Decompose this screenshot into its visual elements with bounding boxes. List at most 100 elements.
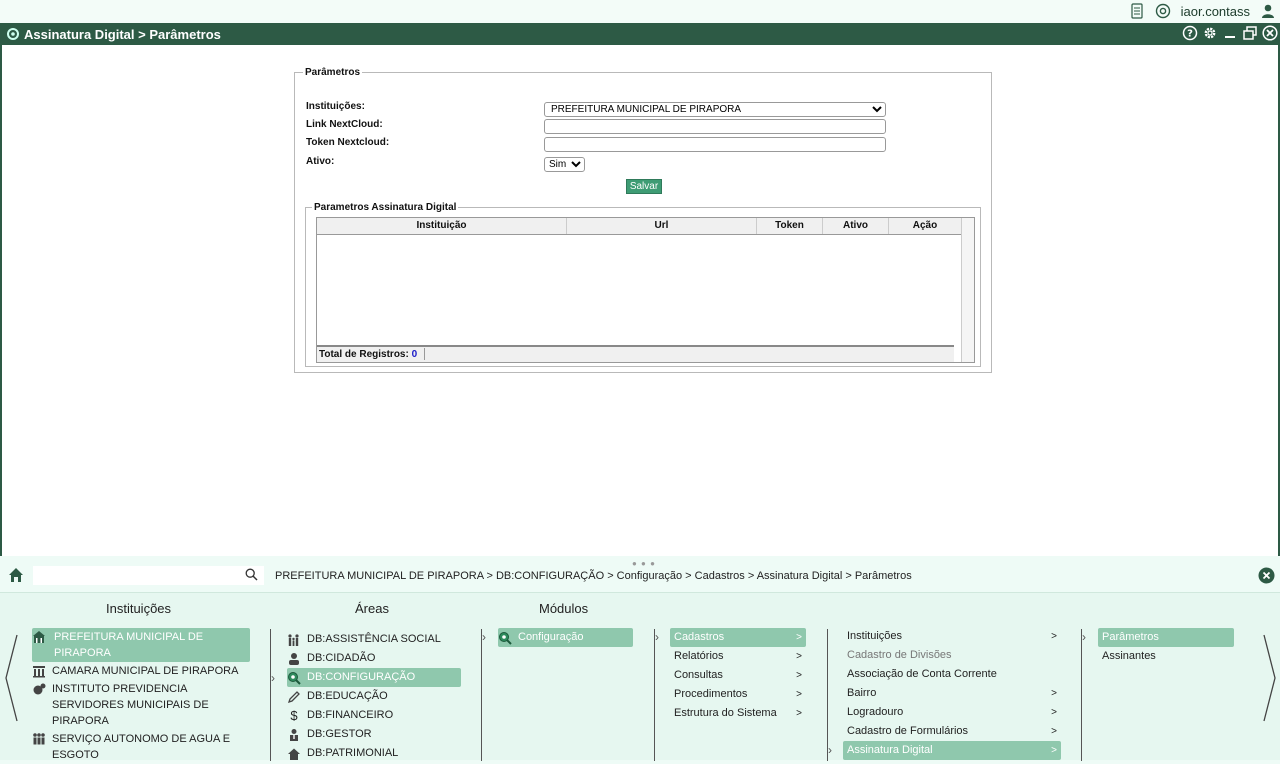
column-divider <box>481 629 482 761</box>
menu-item[interactable]: Consultas > <box>670 666 806 685</box>
list-item-area[interactable]: DB:CIDADÃO <box>287 649 461 668</box>
house-icon <box>288 748 300 760</box>
scroll-left-icon[interactable] <box>3 633 19 723</box>
building-icon <box>33 631 45 643</box>
list-item-area[interactable]: DB:CONFIGURAÇÃO <box>287 668 461 687</box>
grid-header: Instituição Url Token Ativo Ação <box>317 218 962 235</box>
menu-item[interactable]: Cadastro de Divisões <box>843 646 1061 665</box>
column-divider <box>270 629 271 761</box>
area-label: DB:ASSISTÊNCIA SOCIAL <box>307 633 441 645</box>
close-nav-icon[interactable] <box>1258 567 1275 584</box>
menu-item-label: Instituições <box>847 630 903 642</box>
gear-icon[interactable] <box>1202 25 1218 41</box>
help-icon[interactable]: ? <box>1182 25 1198 41</box>
ativo-label: Ativo: <box>306 156 335 167</box>
column-header-instituicao[interactable]: Instituição <box>317 218 567 234</box>
instituicoes-select[interactable]: PREFEITURA MUNICIPAL DE PIRAPORA <box>544 102 886 117</box>
menu-item[interactable]: Cadastro de Formulários > <box>843 722 1061 741</box>
search-icon[interactable] <box>245 568 258 581</box>
parametros-legend: Parâmetros <box>305 67 361 78</box>
nav-panel: Instituições Áreas Módulos PREFEITURA MU… <box>0 592 1280 763</box>
list-item-area[interactable]: $ DB:FINANCEIRO <box>287 706 461 725</box>
link-nextcloud-input[interactable] <box>544 119 886 134</box>
column-header-ativo[interactable]: Ativo <box>823 218 889 234</box>
menu-item[interactable]: Relatórios > <box>670 647 806 666</box>
column-header-token[interactable]: Token <box>757 218 823 234</box>
list-item-area[interactable]: DB:GESTOR <box>287 725 461 744</box>
area-label: DB:PATRIMONIAL <box>307 747 399 759</box>
user-icon[interactable] <box>1260 3 1276 19</box>
chevron-right-icon: › <box>655 630 659 644</box>
menu-item-label: Estrutura do Sistema <box>674 707 777 719</box>
user-name[interactable]: iaor.contass <box>1181 4 1250 19</box>
citizen-icon <box>289 652 299 665</box>
instituicoes-list: PREFEITURA MUNICIPAL DE PIRAPORA CAMARA … <box>32 628 250 764</box>
list-item-modulo[interactable]: Configuração <box>498 628 633 647</box>
menu-item[interactable]: Instituições > <box>843 627 1061 646</box>
chamber-icon <box>33 666 45 678</box>
manager-icon <box>290 728 298 741</box>
menu-item[interactable]: Estrutura do Sistema > <box>670 704 806 723</box>
menu-item-label: Procedimentos <box>674 688 748 700</box>
submenu-arrow-icon: > <box>796 689 802 700</box>
menu-level-1: Cadastros > Relatórios > Consultas > Proced… <box>670 628 806 723</box>
menu-item[interactable]: Associação de Conta Corrente <box>843 665 1061 684</box>
menu-item[interactable]: Assinatura Digital > <box>843 741 1061 760</box>
chevron-right-icon: › <box>1082 630 1086 644</box>
grid-footer: Total de Registros: 0 <box>317 345 954 362</box>
config-icon <box>288 671 301 685</box>
area-label: DB:GESTOR <box>307 728 372 740</box>
list-item-instituicao[interactable]: INSTITUTO PREVIDENCIA SERVIDORES MUNICIP… <box>32 680 250 730</box>
menu-item-label: Relatórios <box>674 650 724 662</box>
submenu-arrow-icon: > <box>796 632 802 643</box>
submenu-arrow-icon: > <box>1051 707 1057 718</box>
submenu-arrow-icon: > <box>796 670 802 681</box>
chevron-right-icon: › <box>271 671 275 685</box>
close-icon[interactable] <box>1262 25 1278 41</box>
menu-item-label: Consultas <box>674 669 723 681</box>
link-nextcloud-label: Link NextCloud: <box>306 119 383 130</box>
menu-item[interactable]: Cadastros > <box>670 628 806 647</box>
pencil-icon <box>287 690 300 703</box>
app-logo-icon <box>7 28 19 40</box>
minimize-icon[interactable] <box>1222 25 1238 41</box>
nav-search-row: PREFEITURA MUNICIPAL DE PIRAPORA > DB:CO… <box>0 564 1280 588</box>
config-icon <box>499 631 512 645</box>
institute-icon <box>33 683 46 695</box>
menu-item[interactable]: Assinantes <box>1098 647 1234 666</box>
menu-item-label: Associação de Conta Corrente <box>847 668 997 680</box>
area-label: DB:CONFIGURAÇÃO <box>307 671 416 683</box>
menu-item[interactable]: Parâmetros <box>1098 628 1234 647</box>
restore-icon[interactable] <box>1242 25 1258 41</box>
svg-text:?: ? <box>1187 29 1193 40</box>
list-item-instituicao[interactable]: PREFEITURA MUNICIPAL DE PIRAPORA <box>32 628 250 662</box>
list-item-area[interactable]: DB:ASSISTÊNCIA SOCIAL <box>287 630 461 649</box>
nav-search-input[interactable] <box>33 566 264 585</box>
scroll-right-icon[interactable] <box>1262 633 1278 723</box>
token-nextcloud-input[interactable] <box>544 137 886 152</box>
menu-item-label: Cadastros <box>674 631 725 643</box>
list-item-area[interactable]: DB:PATRIMONIAL <box>287 744 461 763</box>
column-header-acao[interactable]: Ação <box>889 218 962 234</box>
breadcrumb: PREFEITURA MUNICIPAL DE PIRAPORA > DB:CO… <box>275 570 912 582</box>
list-item-instituicao[interactable]: SERVIÇO AUTONOMO DE AGUA E ESGOTO <box>32 730 250 764</box>
menu-item-label: Cadastro de Formulários <box>847 725 969 737</box>
column-divider <box>654 629 655 761</box>
column-divider <box>827 629 828 761</box>
support-icon[interactable] <box>1155 3 1171 19</box>
instituicao-label: SERVIÇO AUTONOMO DE AGUA E ESGOTO <box>52 733 231 761</box>
submenu-arrow-icon: > <box>1051 631 1057 642</box>
home-icon[interactable] <box>8 567 24 583</box>
grid-scrollbar[interactable] <box>961 218 974 362</box>
area-label: DB:FINANCEIRO <box>307 709 394 721</box>
menu-item[interactable]: Bairro > <box>843 684 1061 703</box>
list-item-area[interactable]: DB:EDUCAÇÃO <box>287 687 461 706</box>
save-button[interactable]: Salvar <box>626 179 662 194</box>
column-header-url[interactable]: Url <box>567 218 757 234</box>
menu-item[interactable]: Logradouro > <box>843 703 1061 722</box>
list-item-instituicao[interactable]: CAMARA MUNICIPAL DE PIRAPORA <box>32 662 250 680</box>
menu-item[interactable]: Procedimentos > <box>670 685 806 704</box>
menu-level-2: Instituições > Cadastro de Divisões Assoc… <box>843 627 1061 760</box>
ativo-select[interactable]: Sim <box>544 157 585 172</box>
document-icon[interactable] <box>1129 3 1145 19</box>
